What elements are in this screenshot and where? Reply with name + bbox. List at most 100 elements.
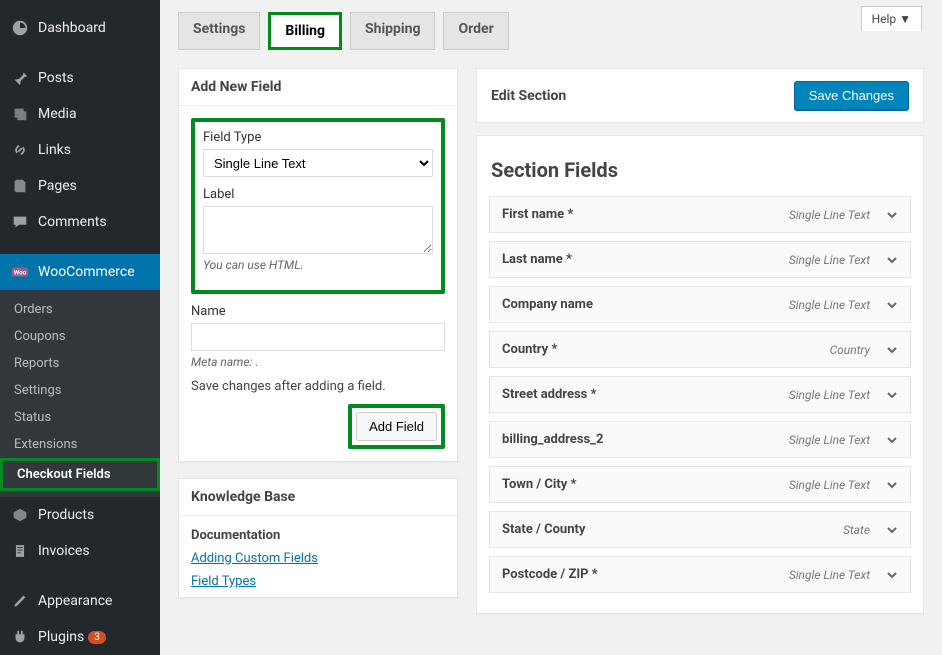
- sidebar-item-label: Pages: [38, 178, 77, 194]
- section-field-name: State / County: [502, 522, 843, 537]
- sidebar-subitem-settings[interactable]: Settings: [0, 377, 160, 404]
- sidebar-subitem-reports[interactable]: Reports: [0, 350, 160, 377]
- chevron-down-icon[interactable]: [886, 569, 898, 581]
- section-field-row[interactable]: Company nameSingle Line Text: [489, 286, 911, 323]
- sidebar-subitem-coupons[interactable]: Coupons: [0, 323, 160, 350]
- sidebar-item-posts[interactable]: Posts: [0, 60, 160, 96]
- section-fields-heading: Section Fields: [491, 158, 911, 182]
- comment-icon: [10, 212, 30, 232]
- section-field-row[interactable]: Last name *Single Line Text: [489, 241, 911, 278]
- sidebar-item-appearance[interactable]: Appearance: [0, 583, 160, 619]
- sidebar-item-pages[interactable]: Pages: [0, 168, 160, 204]
- section-field-name: Postcode / ZIP *: [502, 567, 789, 582]
- section-field-name: Town / City *: [502, 477, 789, 492]
- save-changes-button[interactable]: Save Changes: [794, 81, 909, 110]
- sidebar-item-label: Comments: [38, 214, 107, 230]
- section-field-row[interactable]: billing_address_2Single Line Text: [489, 421, 911, 458]
- section-field-type: Single Line Text: [789, 388, 870, 402]
- section-field-name: Country *: [502, 342, 830, 357]
- add-field-title: Add New Field: [179, 69, 457, 106]
- sidebar-item-links[interactable]: Links: [0, 132, 160, 168]
- sidebar-item-plugins[interactable]: Plugins 3: [0, 619, 160, 655]
- edit-section-title: Edit Section: [491, 88, 566, 104]
- sidebar-item-comments[interactable]: Comments: [0, 204, 160, 240]
- sidebar-item-label: Products: [38, 507, 94, 523]
- sidebar-item-label: WooCommerce: [38, 264, 135, 280]
- section-field-row[interactable]: Postcode / ZIP *Single Line Text: [489, 556, 911, 593]
- kb-link-adding-fields[interactable]: Adding Custom Fields: [191, 551, 457, 566]
- section-field-name: First name *: [502, 207, 789, 222]
- section-field-type: Single Line Text: [789, 478, 870, 492]
- section-field-name: Company name: [502, 297, 789, 312]
- name-label: Name: [191, 304, 445, 319]
- invoices-icon: [10, 541, 30, 561]
- woo-icon: Woo: [10, 262, 30, 282]
- section-field-row[interactable]: Street address *Single Line Text: [489, 376, 911, 413]
- tab-shipping[interactable]: Shipping: [350, 12, 435, 50]
- add-field-panel: Add New Field Field Type Single Line Tex…: [178, 68, 458, 462]
- chevron-down-icon[interactable]: [886, 389, 898, 401]
- section-field-row[interactable]: Country *Country: [489, 331, 911, 368]
- chevron-down-icon[interactable]: [886, 344, 898, 356]
- pages-icon: [10, 176, 30, 196]
- media-icon: [10, 104, 30, 124]
- section-fields-list: First name *Single Line TextLast name *S…: [489, 196, 911, 593]
- section-field-row[interactable]: First name *Single Line Text: [489, 196, 911, 233]
- chevron-down-icon[interactable]: [886, 524, 898, 536]
- sidebar-subitem-extensions[interactable]: Extensions: [0, 431, 160, 458]
- add-field-button[interactable]: Add Field: [356, 412, 437, 441]
- meta-name-text: Meta name: .: [191, 355, 445, 369]
- main-content: Help ▼ Settings Billing Shipping Order A…: [160, 0, 942, 655]
- sidebar-subitem-orders[interactable]: Orders: [0, 296, 160, 323]
- edit-section-header: Edit Section Save Changes: [476, 68, 924, 123]
- section-field-type: Single Line Text: [789, 208, 870, 222]
- section-field-row[interactable]: Town / City *Single Line Text: [489, 466, 911, 503]
- highlight-field-type-label: Field Type Single Line Text Label You ca…: [191, 118, 445, 294]
- chevron-down-icon[interactable]: [886, 434, 898, 446]
- plugins-icon: [10, 627, 30, 647]
- knowledge-base-panel: Knowledge Base Documentation Adding Cust…: [178, 478, 458, 598]
- tab-billing[interactable]: Billing: [268, 12, 342, 50]
- chevron-down-icon[interactable]: [886, 254, 898, 266]
- section-field-type: Single Line Text: [789, 433, 870, 447]
- field-type-select[interactable]: Single Line Text: [203, 149, 433, 177]
- section-field-name: Last name *: [502, 252, 789, 267]
- admin-sidebar: Dashboard Posts Media Links Pages: [0, 0, 160, 655]
- sidebar-subitem-checkout-fields[interactable]: Checkout Fields: [0, 458, 160, 491]
- sidebar-item-media[interactable]: Media: [0, 96, 160, 132]
- section-field-type: Country: [830, 343, 870, 357]
- svg-text:Woo: Woo: [14, 269, 27, 277]
- dashboard-icon: [10, 18, 30, 38]
- help-tab[interactable]: Help ▼: [861, 6, 922, 31]
- section-field-row[interactable]: State / CountyState: [489, 511, 911, 548]
- sidebar-item-dashboard[interactable]: Dashboard: [0, 10, 160, 46]
- kb-link-field-types[interactable]: Field Types: [191, 574, 457, 589]
- section-field-type: State: [843, 523, 870, 537]
- field-type-label: Field Type: [203, 130, 433, 145]
- pin-icon: [10, 68, 30, 88]
- label-label: Label: [203, 187, 433, 202]
- chevron-down-icon[interactable]: [886, 479, 898, 491]
- sidebar-item-invoices[interactable]: Invoices: [0, 533, 160, 569]
- label-textarea[interactable]: [203, 206, 433, 254]
- section-tabs: Settings Billing Shipping Order: [178, 12, 924, 50]
- name-input[interactable]: [191, 323, 445, 351]
- tab-settings[interactable]: Settings: [178, 12, 260, 50]
- highlight-add-field-button: Add Field: [348, 404, 445, 449]
- label-hint: You can use HTML.: [203, 258, 433, 272]
- sidebar-item-label: Appearance: [38, 593, 112, 609]
- section-field-type: Single Line Text: [789, 298, 870, 312]
- section-fields-panel: Section Fields First name *Single Line T…: [476, 135, 924, 614]
- chevron-down-icon[interactable]: [886, 209, 898, 221]
- sidebar-item-products[interactable]: Products: [0, 497, 160, 533]
- kb-section-heading: Documentation: [191, 528, 457, 543]
- sidebar-item-label: Posts: [38, 70, 74, 86]
- sidebar-item-woocommerce[interactable]: Woo WooCommerce: [0, 254, 160, 290]
- appearance-icon: [10, 591, 30, 611]
- tab-order[interactable]: Order: [443, 12, 508, 50]
- sidebar-item-label: Links: [38, 142, 71, 158]
- link-icon: [10, 140, 30, 160]
- chevron-down-icon[interactable]: [886, 299, 898, 311]
- sidebar-subitem-status[interactable]: Status: [0, 404, 160, 431]
- sidebar-item-label: Media: [38, 106, 77, 122]
